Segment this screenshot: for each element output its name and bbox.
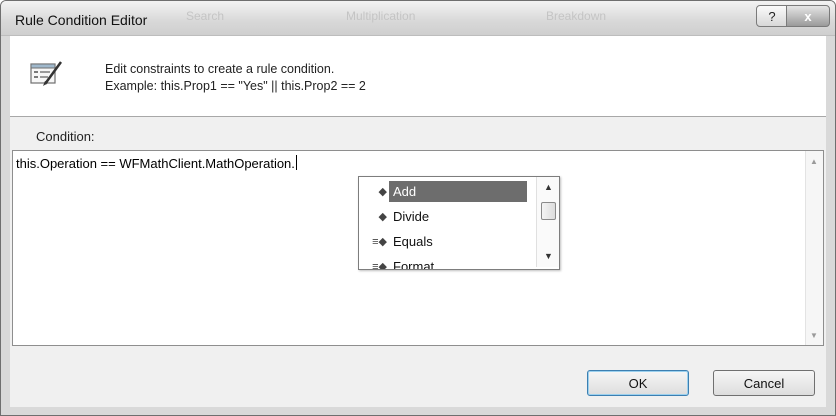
intellisense-item-label: Equals: [393, 234, 433, 249]
condition-editor[interactable]: this.Operation == WFMathClient.MathOpera…: [12, 150, 824, 346]
background-ghost-tab: Multiplication: [346, 9, 416, 23]
condition-text: this.Operation == WFMathClient.MathOpera…: [16, 156, 295, 171]
description-panel: Edit constraints to create a rule condit…: [10, 36, 826, 117]
window-title: Rule Condition Editor: [15, 12, 148, 28]
intellisense-item-label: Format: [393, 259, 435, 270]
text-caret: [295, 155, 297, 170]
example-line: Example: this.Prop1 == "Yes" || this.Pro…: [105, 79, 366, 93]
condition-text-line[interactable]: this.Operation == WFMathClient.MathOpera…: [16, 155, 297, 171]
title-bar[interactable]: Rule Condition Editor Search Multiplicat…: [1, 1, 835, 36]
intellisense-item-label: Add: [389, 181, 527, 202]
close-button[interactable]: x: [786, 5, 830, 27]
ok-button[interactable]: OK: [587, 370, 689, 396]
intellisense-item-format[interactable]: ≡◆ Format: [359, 254, 534, 270]
intellisense-item-equals[interactable]: ≡◆ Equals: [359, 229, 534, 254]
intellisense-item-label: Divide: [393, 209, 430, 224]
cancel-button[interactable]: Cancel: [713, 370, 815, 396]
background-ghost-tab: Search: [186, 9, 225, 23]
close-icon: x: [804, 8, 812, 24]
scroll-down-icon[interactable]: ▼: [810, 331, 818, 340]
intellisense-scrollbar[interactable]: ▲ ▼: [536, 177, 559, 267]
help-button[interactable]: ?: [756, 5, 788, 27]
enum-member-icon: ◆: [378, 211, 387, 223]
dialog-window: Rule Condition Editor Search Multiplicat…: [0, 0, 836, 416]
method-icon: ≡◆: [372, 236, 387, 248]
description-line: Edit constraints to create a rule condit…: [105, 62, 335, 76]
scrollbar-thumb[interactable]: [541, 202, 556, 220]
scroll-up-icon[interactable]: ▲: [544, 182, 553, 192]
rule-edit-icon: [30, 61, 63, 86]
help-icon: ?: [768, 8, 776, 24]
condition-label: Condition:: [36, 129, 95, 144]
background-ghost-tab: Breakdown: [546, 9, 607, 23]
intellisense-item-divide[interactable]: ◆ Divide: [359, 204, 534, 229]
scroll-down-icon[interactable]: ▼: [544, 251, 553, 261]
intellisense-popup[interactable]: ◆ Add ◆ Divide ≡◆ Equals ≡◆ Format ▲ ▼: [358, 176, 560, 270]
method-icon: ≡◆: [372, 261, 387, 270]
dialog-content: Edit constraints to create a rule condit…: [10, 36, 826, 407]
description-text: Edit constraints to create a rule condit…: [105, 61, 366, 95]
intellisense-item-add[interactable]: ◆ Add: [359, 179, 534, 204]
editor-scrollbar[interactable]: ▲ ▼: [805, 151, 823, 345]
scroll-up-icon[interactable]: ▲: [810, 157, 818, 166]
enum-member-icon: ◆: [378, 186, 387, 198]
